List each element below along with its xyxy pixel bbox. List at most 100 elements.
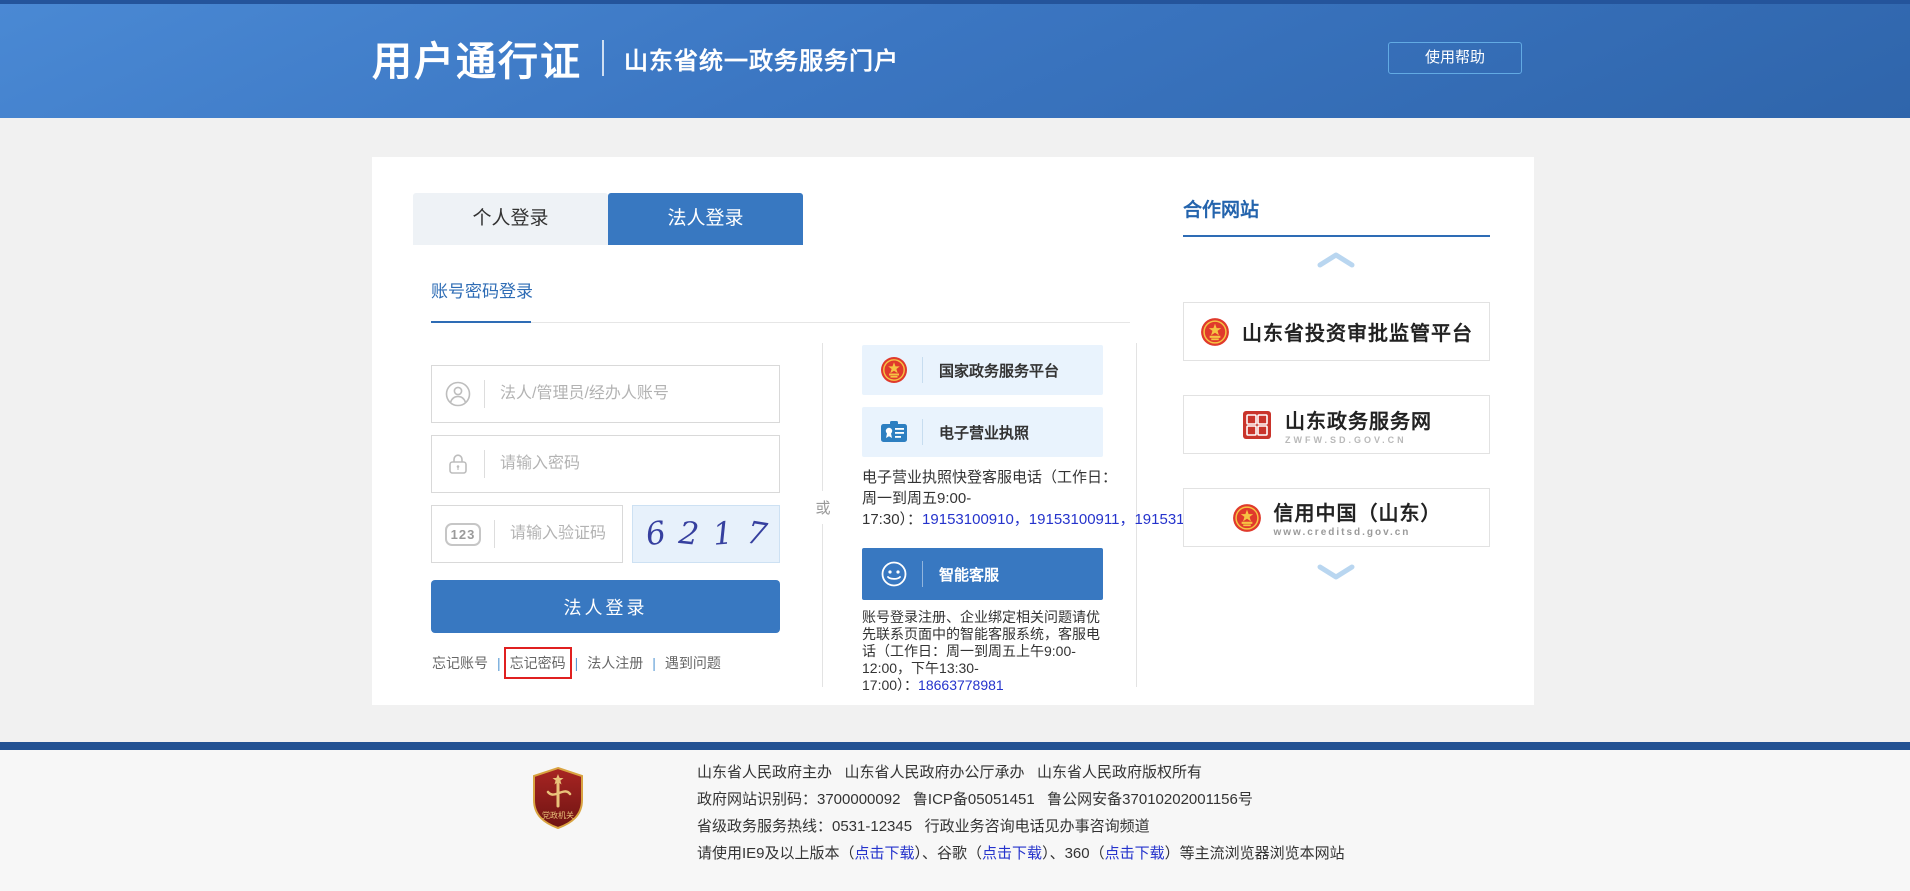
password-input[interactable] — [498, 454, 779, 474]
captcha-digit: 2 — [677, 515, 700, 553]
field-divider — [484, 380, 485, 408]
footer-line-3: 省级政务服务热线：0531-12345 行政业务咨询电话见办事咨询频道 — [697, 813, 1345, 840]
e-license-phone-numbers[interactable]: 19153100910，19153100911，19153100 — [922, 511, 1192, 528]
partner-card-creditsd[interactable]: 信用中国（山东） www.creditsd.gov.cn — [1183, 488, 1490, 547]
captcha-image[interactable]: 6 2 1 7 — [632, 505, 780, 563]
footer-line-2: 政府网站识别码：3700000092 鲁ICP备05051451 鲁公网安备37… — [697, 786, 1345, 813]
partner-title-underline — [1183, 235, 1490, 237]
footer-line-4-text: ）等主流浏览器浏览本网站 — [1165, 845, 1345, 862]
field-divider — [484, 450, 485, 478]
partner-card-text: 山东政务服务网 ZWFW.SD.GOV.CN — [1285, 405, 1432, 445]
national-platform-button[interactable]: 国家政务服务平台 — [862, 345, 1103, 395]
partner-card-investment-platform[interactable]: 山东省投资审批监管平台 — [1183, 302, 1490, 361]
partner-card-zwfw[interactable]: 山东政务服务网 ZWFW.SD.GOV.CN — [1183, 395, 1490, 454]
national-emblem-icon — [1200, 317, 1230, 347]
problem-link[interactable]: 遇到问题 — [665, 653, 721, 673]
footer-text: 山东省人民政府主办 山东省人民政府办公厅承办 山东省人民政府版权所有 政府网站识… — [697, 759, 1345, 867]
captcha-field[interactable]: 123 — [431, 505, 623, 563]
partner-card-text: 山东省投资审批监管平台 — [1242, 317, 1473, 347]
footer-line-4-text: ）、谷歌（ — [915, 845, 983, 862]
forgot-password-link[interactable]: 忘记密码 — [510, 653, 566, 673]
badge-label: 党政机关 — [542, 810, 574, 820]
smart-note-line: 话（工作日：周一到周五上午9:00- — [862, 643, 1124, 660]
brand-divider — [602, 40, 604, 76]
smart-note-line: 17:00）：18663778981 — [862, 677, 1124, 694]
link-divider: | — [575, 655, 579, 671]
captcha-digit: 7 — [744, 515, 769, 554]
download-chrome-link[interactable]: 点击下载 — [982, 845, 1042, 862]
national-platform-label: 国家政务服务平台 — [939, 360, 1059, 381]
link-divider: | — [652, 655, 656, 671]
captcha-digit: 6 — [643, 515, 668, 554]
page-title: 用户通行证 — [372, 29, 582, 87]
section-active-underline — [431, 321, 531, 323]
password-field[interactable] — [431, 435, 780, 493]
footer-line-4-text: 请使用IE9及以上版本（ — [697, 845, 855, 862]
page: 用户通行证 山东省统一政务服务门户 使用帮助 个人登录 法人登录 账号密码登录 — [0, 0, 1910, 891]
forgot-account-link[interactable]: 忘记账号 — [432, 653, 488, 673]
tab-legal-login[interactable]: 法人登录 — [608, 193, 803, 245]
e-license-icon — [880, 420, 908, 444]
smart-note-line: 账号登录注册、企业绑定相关问题请优 — [862, 609, 1124, 626]
account-input[interactable] — [498, 384, 779, 404]
footer-line-1: 山东省人民政府主办 山东省人民政府办公厅承办 山东省人民政府版权所有 — [697, 759, 1345, 786]
footer: 党政机关 山东省人民政府主办 山东省人民政府办公厅承办 山东省人民政府版权所有 … — [0, 750, 1910, 891]
legal-login-button[interactable]: 法人登录 — [431, 580, 780, 633]
e-license-button[interactable]: 电子营业执照 — [862, 407, 1103, 457]
legal-register-link[interactable]: 法人注册 — [587, 653, 643, 673]
tab-personal-login[interactable]: 个人登录 — [413, 193, 608, 245]
smart-service-phone[interactable]: 18663778981 — [918, 677, 1004, 693]
e-license-note-line: 17:30）：19153100910，19153100911，19153100 — [862, 509, 1192, 530]
page-subtitle: 山东省统一政务服务门户 — [624, 41, 899, 76]
button-divider — [922, 357, 923, 383]
or-separator: 或 — [811, 491, 835, 524]
brand: 用户通行证 山东省统一政务服务门户 — [372, 30, 899, 86]
partner-card-name: 山东政务服务网 — [1285, 405, 1432, 434]
chevron-down-icon[interactable] — [1316, 563, 1356, 581]
partner-card-subtitle: www.creditsd.gov.cn — [1274, 527, 1411, 538]
e-license-note-line: 周一到周五9:00- — [862, 488, 1192, 509]
party-government-badge-icon: 党政机关 — [530, 766, 586, 830]
smart-note-line: 12:00，下午13:30- — [862, 660, 1124, 677]
e-license-label: 电子营业执照 — [939, 422, 1029, 443]
partner-card-name: 山东省投资审批监管平台 — [1242, 317, 1473, 346]
smart-note-line: 先联系页面中的智能客服系统，客服电 — [862, 626, 1124, 643]
login-tabs: 个人登录 法人登录 — [413, 193, 803, 245]
smart-service-button[interactable]: 智能客服 — [862, 548, 1103, 600]
captcha-input[interactable] — [508, 524, 622, 544]
red-seal-icon — [1241, 409, 1273, 441]
header: 用户通行证 山东省统一政务服务门户 使用帮助 — [0, 0, 1910, 118]
account-password-login-title[interactable]: 账号密码登录 — [431, 277, 533, 302]
robot-customer-service-icon — [880, 560, 908, 588]
partner-card-text: 信用中国（山东） www.creditsd.gov.cn — [1274, 497, 1442, 538]
lock-icon — [445, 451, 471, 477]
captcha-digit: 1 — [711, 515, 734, 553]
button-divider — [922, 561, 923, 587]
partner-card-name: 信用中国（山东） — [1274, 497, 1442, 526]
download-360-link[interactable]: 点击下载 — [1105, 845, 1165, 862]
smart-service-note: 账号登录注册、企业绑定相关问题请优 先联系页面中的智能客服系统，客服电 话（工作… — [862, 609, 1124, 694]
e-license-note-line: 电子营业执照快登客服电话（工作日： — [862, 467, 1192, 488]
footer-line-4-text: ）、360（ — [1042, 845, 1105, 862]
e-license-note: 电子营业执照快登客服电话（工作日： 周一到周五9:00- 17:30）：1915… — [862, 467, 1192, 537]
button-divider — [922, 419, 923, 445]
national-emblem-icon — [1232, 503, 1262, 533]
partner-card-subtitle: ZWFW.SD.GOV.CN — [1285, 435, 1407, 445]
helper-links: 忘记账号 | 忘记密码 | 法人注册 | 遇到问题 — [432, 653, 721, 673]
footer-line-4: 请使用IE9及以上版本（点击下载）、谷歌（点击下载）、360（点击下载）等主流浏… — [697, 840, 1345, 867]
partner-sites-title: 合作网站 — [1183, 195, 1259, 222]
link-divider: | — [497, 655, 501, 671]
download-ie-link[interactable]: 点击下载 — [855, 845, 915, 862]
account-field[interactable] — [431, 365, 780, 423]
e-license-note-prefix: 17:30）： — [862, 511, 922, 528]
national-emblem-icon — [880, 356, 908, 384]
chevron-up-icon[interactable] — [1316, 251, 1356, 269]
smart-service-label: 智能客服 — [939, 564, 999, 585]
help-button[interactable]: 使用帮助 — [1388, 42, 1522, 74]
captcha-123-icon: 123 — [445, 523, 481, 546]
login-panel: 个人登录 法人登录 账号密码登录 — [372, 157, 1534, 705]
user-icon — [445, 381, 471, 407]
section-divider — [431, 322, 1130, 323]
field-divider — [494, 520, 495, 548]
header-top-strip — [0, 0, 1910, 4]
